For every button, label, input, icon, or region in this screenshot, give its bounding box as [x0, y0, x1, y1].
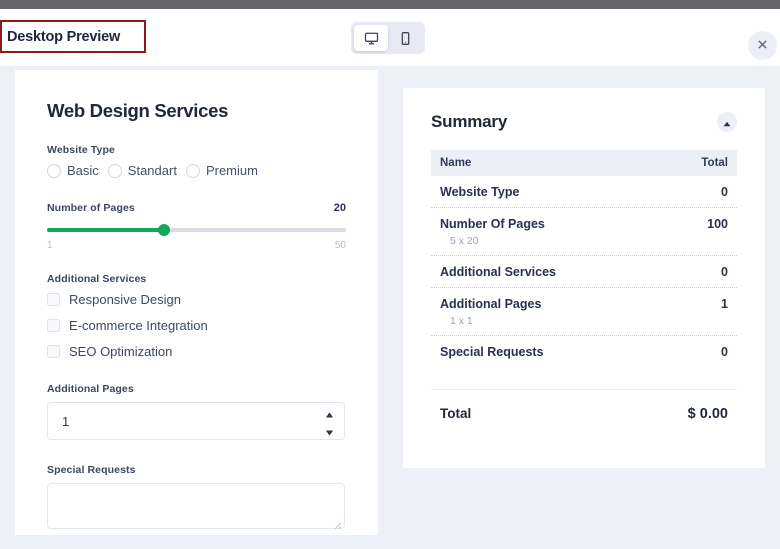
resize-handle-icon[interactable] [333, 517, 342, 530]
row-total: 0 [721, 265, 728, 279]
device-toggle-mobile[interactable] [388, 25, 422, 51]
table-row: Number Of Pages 100 5 x 20 [431, 208, 737, 256]
service-form-card: Web Design Services Website Type Basic S… [15, 70, 378, 535]
column-header-total: Total [701, 157, 728, 169]
mobile-icon [398, 31, 413, 46]
caret-down-icon [325, 424, 334, 439]
radio-circle-icon [107, 163, 122, 178]
row-subtext: 1 x 1 [450, 315, 473, 327]
row-total: 0 [721, 345, 728, 359]
number-of-pages-header: Number of Pages 20 [47, 202, 346, 214]
radio-label: Standart [127, 163, 177, 178]
summary-title: Summary [431, 112, 508, 131]
website-type-radio-group[interactable]: Basic Standart Premium [47, 163, 346, 178]
table-row: Special Requests 0 [431, 336, 737, 367]
stepper-arrows[interactable] [323, 407, 336, 437]
table-row: Additional Services 0 [431, 256, 737, 288]
checkbox-label: SEO Optimization [69, 344, 173, 359]
table-row: Website Type 0 [431, 176, 737, 208]
summary-collapse-button[interactable] [717, 112, 737, 132]
device-toggle-group[interactable] [351, 22, 425, 54]
row-total: 0 [721, 185, 728, 199]
checkbox-label: E-commerce Integration [69, 318, 208, 333]
additional-services-label: Additional Services [47, 273, 147, 285]
radio-circle-icon [185, 163, 200, 178]
radio-option-basic[interactable]: Basic [47, 163, 99, 178]
grand-total-label: Total [440, 406, 472, 421]
number-of-pages-slider[interactable] [47, 223, 346, 237]
checkbox-icon [47, 345, 60, 358]
special-requests-textarea[interactable] [47, 483, 345, 530]
row-name: Website Type [440, 185, 520, 199]
summary-card: Summary Name Total Website Type 0 Number… [403, 88, 765, 468]
website-type-label: Website Type [47, 144, 115, 156]
additional-pages-label: Additional Pages [47, 383, 134, 395]
device-toggle-desktop[interactable] [354, 25, 388, 51]
checkbox-option-ecommerce-integration[interactable]: E-commerce Integration [47, 318, 346, 333]
caret-up-icon [723, 115, 731, 130]
row-subtext: 5 x 20 [450, 235, 479, 247]
additional-pages-stepper[interactable]: 1 [47, 402, 345, 440]
preview-title-highlight: Desktop Preview [0, 20, 146, 53]
summary-table-header: Name Total [431, 150, 737, 176]
row-name: Additional Pages [440, 297, 542, 311]
radio-label: Basic [67, 163, 99, 178]
slider-min-label: 1 [47, 240, 53, 251]
radio-circle-icon [47, 163, 61, 178]
checkbox-option-seo-optimization[interactable]: SEO Optimization [47, 344, 346, 359]
close-preview-button[interactable] [748, 31, 777, 60]
special-requests-label: Special Requests [47, 464, 136, 476]
checkbox-icon [47, 293, 60, 306]
summary-header: Summary [431, 112, 737, 132]
number-of-pages-value: 20 [333, 202, 346, 214]
window-top-strip [0, 0, 780, 9]
checkbox-option-responsive-design[interactable]: Responsive Design [47, 292, 346, 307]
preview-canvas: Web Design Services Website Type Basic S… [0, 66, 780, 549]
row-name: Additional Services [440, 265, 557, 279]
caret-up-icon [325, 406, 334, 421]
radio-option-standart[interactable]: Standart [107, 163, 177, 178]
additional-pages-value[interactable]: 1 [48, 414, 69, 429]
grand-total-value: $ 0.00 [687, 406, 728, 422]
checkbox-label: Responsive Design [69, 292, 182, 307]
slider-bounds: 1 50 [47, 240, 346, 251]
form-title: Web Design Services [47, 100, 229, 121]
summary-table: Name Total Website Type 0 Number Of Page… [431, 150, 737, 422]
page-title: Desktop Preview [7, 28, 121, 45]
stepper-increment-button[interactable] [323, 407, 336, 419]
number-of-pages-label: Number of Pages [47, 202, 135, 214]
preview-header: Desktop Preview [0, 9, 780, 66]
checkbox-icon [47, 319, 60, 332]
row-total: 1 [721, 297, 728, 311]
stepper-decrement-button[interactable] [323, 425, 336, 437]
close-icon [757, 38, 768, 53]
radio-label: Premium [205, 163, 258, 178]
row-total: 100 [707, 217, 728, 231]
table-row: Additional Pages 1 1 x 1 [431, 288, 737, 336]
row-name: Number Of Pages [440, 217, 545, 231]
slider-max-label: 50 [334, 240, 346, 251]
row-name: Special Requests [440, 345, 544, 359]
monitor-icon [364, 31, 379, 46]
grand-total-row: Total $ 0.00 [431, 389, 737, 422]
radio-option-premium[interactable]: Premium [185, 163, 258, 178]
slider-fill [47, 228, 164, 232]
slider-thumb[interactable] [157, 224, 170, 236]
column-header-name: Name [440, 157, 472, 169]
